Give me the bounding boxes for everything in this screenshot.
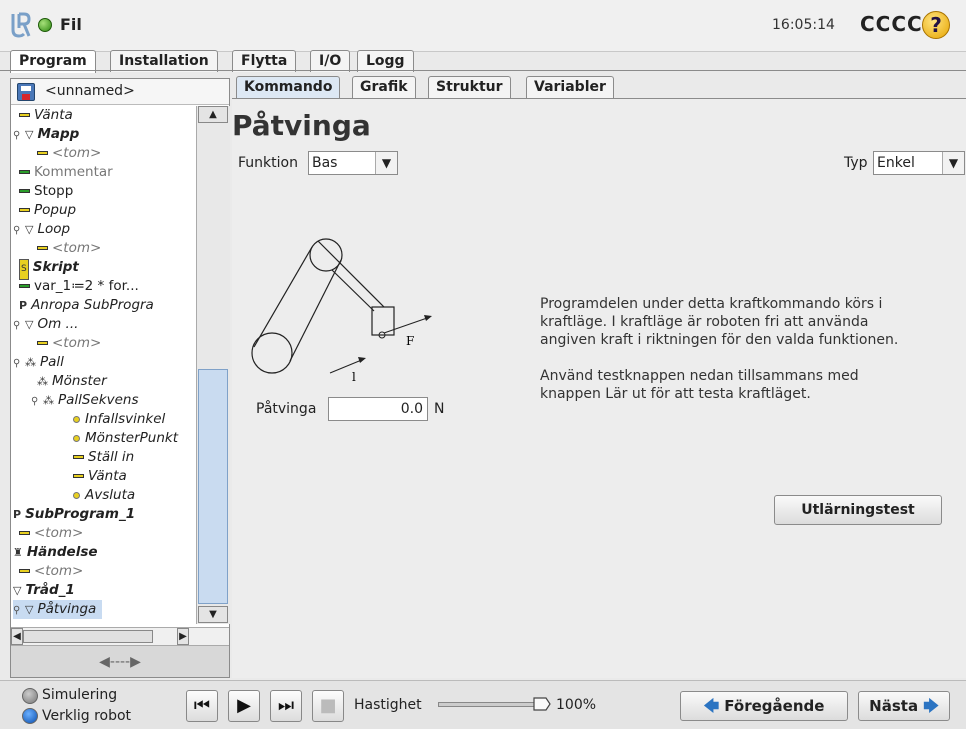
tab-logg[interactable]: Logg xyxy=(357,50,414,72)
play-button[interactable]: ▶ xyxy=(228,690,260,722)
arrow-left-icon: 🡄 xyxy=(703,697,720,715)
tree-node[interactable]: ⚲ ▽ Loop xyxy=(13,220,70,239)
tree-node[interactable]: ⚲ ▽ Mapp xyxy=(13,125,79,144)
speed-value: 100% xyxy=(556,697,597,713)
tree-node[interactable]: Vänta xyxy=(73,467,127,486)
tab-installation[interactable]: Installation xyxy=(110,50,218,72)
tree-node[interactable]: P Anropa SubProgra xyxy=(19,296,154,315)
tree-node[interactable]: Avsluta xyxy=(73,486,135,505)
tree-node[interactable]: <tom> xyxy=(37,239,101,258)
tree-node[interactable]: S Skript xyxy=(19,258,79,280)
speed-slider[interactable] xyxy=(438,702,542,707)
tree-node[interactable]: Vänta xyxy=(19,106,73,125)
rewind-button[interactable]: ⏮ xyxy=(186,690,218,722)
tree-horizontal-scrollbar[interactable]: ◀ ▶ xyxy=(11,627,229,645)
tree-node[interactable]: ⚲ ▽ Om ... xyxy=(13,315,78,334)
tree-scroll-thumb[interactable] xyxy=(198,369,228,604)
tab-divider xyxy=(0,70,966,71)
command-panel: Påtvinga Funktion Bas ▼ Typ Enkel ▼ F l … xyxy=(232,99,966,678)
tree-node[interactable]: var_1≔2 * for... xyxy=(19,277,139,296)
arrow-right-icon: 🡆 xyxy=(923,697,939,715)
tree-node[interactable]: Ställ in xyxy=(73,448,134,467)
tab-io[interactable]: I/O xyxy=(310,50,351,72)
force-input[interactable]: 0.0 xyxy=(328,397,428,421)
tree-node-selected[interactable]: ⚲ ▽ Påtvinga xyxy=(13,600,103,619)
panel-resize-handle[interactable]: ◀----▶ xyxy=(11,645,229,677)
real-robot-label: Verklig robot xyxy=(42,708,132,724)
save-icon[interactable] xyxy=(17,83,35,101)
tree-node[interactable]: ♜ Händelse xyxy=(13,543,98,562)
teach-test-button[interactable]: Utlärningstest xyxy=(774,495,942,525)
description-paragraph: Programdelen under detta kraftkommando k… xyxy=(540,296,899,348)
tree-node[interactable]: <tom> xyxy=(19,562,83,581)
tree-node[interactable]: ⚲ ⁂ Pall xyxy=(13,353,64,372)
tab-variabler[interactable]: Variabler xyxy=(526,76,614,98)
tree-node[interactable]: MönsterPunkt xyxy=(73,429,178,448)
tree-node[interactable]: Stopp xyxy=(19,182,73,201)
chevron-down-icon: ▼ xyxy=(942,152,964,174)
tree-node[interactable]: Kommentar xyxy=(19,163,113,182)
function-label: Funktion xyxy=(238,155,298,171)
diagram-label-l: l xyxy=(352,370,356,384)
robot-name: CCCC xyxy=(860,12,923,36)
tree-node[interactable]: ▽ Tråd_1 xyxy=(13,581,75,600)
tab-grafik[interactable]: Grafik xyxy=(352,76,416,98)
speed-slider-thumb[interactable] xyxy=(532,694,552,714)
scroll-down-button[interactable]: ▼ xyxy=(198,606,228,623)
program-tree[interactable]: Vänta ⚲ ▽ Mapp <tom> Kommentar Stopp Popup… xyxy=(11,106,195,624)
clock: 16:05:14 xyxy=(772,17,835,33)
program-name: <unnamed> xyxy=(45,83,135,99)
tab-kommando[interactable]: Kommando xyxy=(236,76,341,98)
top-bar: Fil 16:05:14 CCCC ? xyxy=(0,0,966,52)
scroll-left-button[interactable]: ◀ xyxy=(11,628,23,645)
scroll-up-button[interactable]: ▲ xyxy=(198,106,228,123)
step-button[interactable]: ⏭ xyxy=(270,690,302,722)
diagram-label-F: F xyxy=(406,334,414,348)
scroll-right-button[interactable]: ▶ xyxy=(177,628,189,645)
tab-flytta[interactable]: Flytta xyxy=(232,50,297,72)
type-label: Typ xyxy=(844,155,868,171)
help-button[interactable]: ? xyxy=(922,11,950,39)
tree-node[interactable]: ⚲ ⁂ PallSekvens xyxy=(31,391,139,410)
file-menu[interactable]: Fil xyxy=(60,15,82,34)
tree-node[interactable]: P SubProgram_1 xyxy=(13,505,135,524)
next-button[interactable]: Nästa 🡆 xyxy=(858,691,950,721)
description-paragraph: Använd testknappen nedan tillsammans med… xyxy=(540,368,859,402)
speed-label: Hastighet xyxy=(354,697,422,713)
tree-node[interactable]: ⁂ Mönster xyxy=(37,372,107,391)
status-indicator xyxy=(38,18,52,32)
tab-struktur[interactable]: Struktur xyxy=(428,76,511,98)
previous-button[interactable]: 🡄 Föregående xyxy=(680,691,848,721)
force-unit: N xyxy=(434,401,445,417)
force-diagram: F l xyxy=(251,238,432,384)
function-select[interactable]: Bas ▼ xyxy=(308,151,398,175)
page-title: Påtvinga xyxy=(232,109,371,142)
simulation-label: Simulering xyxy=(42,687,118,703)
horizontal-scroll-thumb[interactable] xyxy=(23,630,153,643)
description: Programdelen under detta kraftkommando k… xyxy=(540,295,900,403)
tree-node[interactable]: <tom> xyxy=(37,334,101,353)
tree-node[interactable]: <tom> xyxy=(19,524,83,543)
chevron-down-icon: ▼ xyxy=(375,152,397,174)
force-label: Påtvinga xyxy=(256,401,317,417)
tree-node[interactable]: Popup xyxy=(19,201,76,220)
real-robot-radio[interactable] xyxy=(22,708,38,724)
tree-node[interactable]: <tom> xyxy=(37,144,101,163)
simulation-radio[interactable] xyxy=(22,688,38,704)
program-tree-panel: <unnamed> Vänta ⚲ ▽ Mapp <tom> Kommentar S… xyxy=(10,78,230,678)
tree-node[interactable]: Infallsvinkel xyxy=(73,410,165,429)
ur-logo xyxy=(11,12,31,38)
program-name-row: <unnamed> xyxy=(11,79,229,105)
type-select[interactable]: Enkel ▼ xyxy=(873,151,965,175)
stop-button[interactable]: ■ xyxy=(312,690,344,722)
